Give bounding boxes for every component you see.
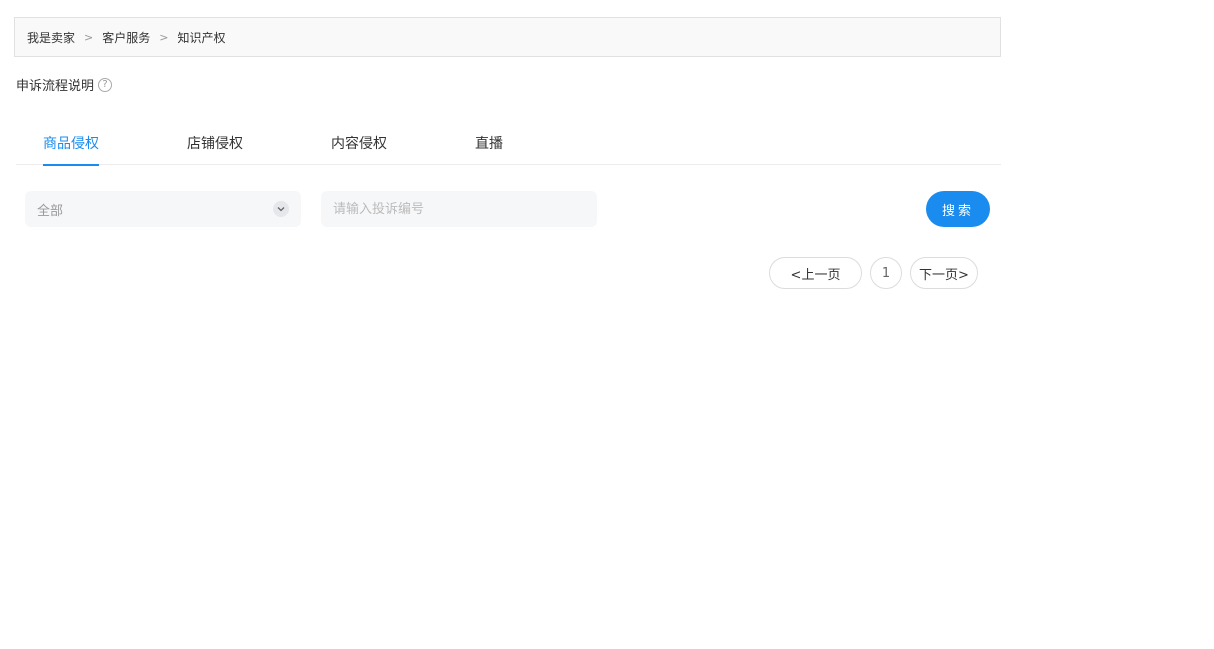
tab-live-stream[interactable]: 直播 xyxy=(475,121,503,165)
appeal-process-label: 申诉流程说明 xyxy=(16,79,95,94)
status-select[interactable]: 全部 xyxy=(25,191,301,227)
appeal-process-help: 申诉流程说明 ? xyxy=(16,75,113,94)
question-circle-icon[interactable]: ? xyxy=(98,77,113,92)
chevron-down-icon xyxy=(273,201,289,217)
tab-store-infringement[interactable]: 店铺侵权 xyxy=(187,121,243,165)
next-page-button[interactable]: 下一页> xyxy=(910,257,978,289)
search-button[interactable]: 搜索 xyxy=(926,191,990,227)
page-number-button[interactable]: 1 xyxy=(870,257,902,289)
breadcrumb-item-ip: 知识产权 xyxy=(177,30,226,45)
breadcrumb-separator: > xyxy=(159,30,169,44)
breadcrumb-separator: > xyxy=(84,30,94,44)
tab-product-infringement[interactable]: 商品侵权 xyxy=(43,121,99,166)
complaint-number-input[interactable] xyxy=(321,191,597,227)
tab-content-infringement[interactable]: 内容侵权 xyxy=(331,121,387,165)
breadcrumb: 我是卖家 > 客户服务 > 知识产权 xyxy=(14,17,1001,57)
infringement-tabs: 商品侵权 店铺侵权 内容侵权 直播 xyxy=(16,121,1001,166)
status-select-value: 全部 xyxy=(37,203,64,219)
breadcrumb-item-customer-service[interactable]: 客户服务 xyxy=(102,29,150,46)
breadcrumb-item-seller[interactable]: 我是卖家 xyxy=(27,29,75,46)
prev-page-button[interactable]: <上一页 xyxy=(769,257,862,289)
